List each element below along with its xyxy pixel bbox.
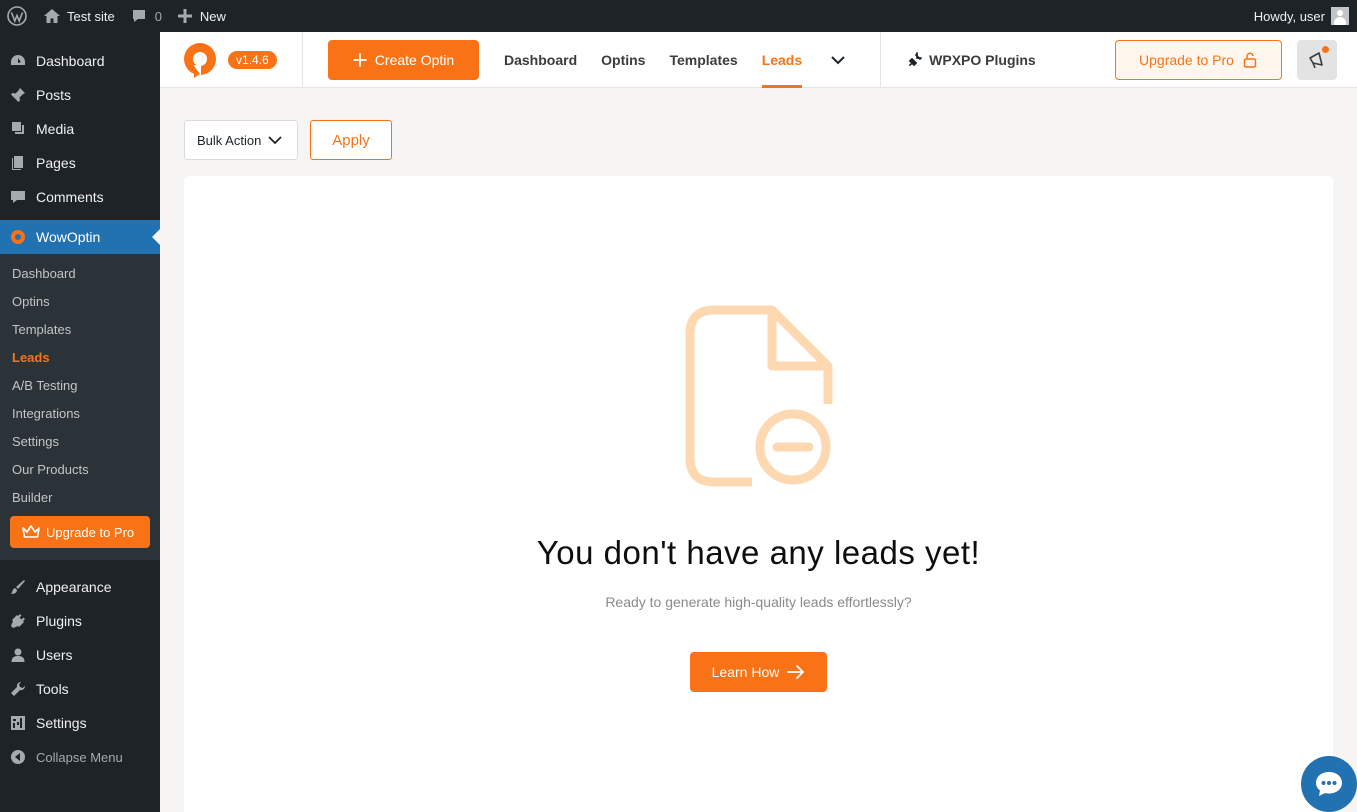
submenu-item-a-b-testing[interactable]: A/B Testing — [0, 372, 160, 400]
wordpress-logo-icon[interactable] — [0, 0, 35, 32]
crown-icon — [22, 525, 40, 538]
notification-dot — [1322, 45, 1329, 53]
wpxpo-plugins-link[interactable]: WPXPO Plugins — [907, 52, 1036, 68]
sidebar-item-label: Dashboard — [36, 53, 105, 69]
sidebar-item-label: Media — [36, 121, 75, 137]
wpxpo-label: WPXPO Plugins — [929, 51, 1036, 68]
bulk-action-value: Bulk Action — [197, 132, 262, 148]
upgrade-label: Upgrade to Pro — [1139, 51, 1234, 68]
sidebar-item-plugins[interactable]: Plugins — [0, 604, 160, 638]
sidebar-item-dashboard[interactable]: Dashboard — [0, 44, 160, 78]
wrench-icon — [10, 681, 26, 697]
plus-icon — [352, 52, 367, 67]
site-name-link[interactable]: Test site — [35, 0, 123, 32]
collapse-label: Collapse Menu — [36, 749, 123, 765]
submenu-item-templates[interactable]: Templates — [0, 316, 160, 344]
collapse-menu-button[interactable]: Collapse Menu — [0, 740, 160, 774]
megaphone-icon — [1309, 51, 1323, 68]
dashboard-icon — [10, 53, 26, 69]
plug-icon — [908, 51, 923, 66]
sidebar-item-wowoptin[interactable]: WowOptin — [0, 220, 160, 254]
pin-icon — [10, 87, 26, 103]
sidebar-item-label: Tools — [36, 681, 69, 697]
chat-icon — [1316, 772, 1342, 796]
sidebar-item-label: Plugins — [36, 613, 82, 629]
media-icon — [10, 121, 26, 137]
collapse-icon — [10, 749, 26, 765]
brush-icon — [10, 579, 26, 595]
sidebar-item-posts[interactable]: Posts — [0, 78, 160, 112]
comments-link[interactable]: 0 — [123, 0, 170, 32]
learn-how-button[interactable]: Learn How — [690, 652, 827, 692]
tab-dashboard[interactable]: Dashboard — [504, 32, 577, 88]
more-menu-button[interactable] — [830, 31, 882, 88]
upgrade-to-pro-button[interactable]: Upgrade to Pro — [1115, 39, 1282, 80]
new-content-link[interactable]: New — [170, 0, 234, 32]
plugin-icon — [10, 613, 26, 629]
empty-state-subtitle: Ready to generate high-quality leads eff… — [605, 594, 912, 610]
sidebar-item-label: Users — [36, 647, 73, 663]
admin-bar: Test site 0 New Howdy, user — [0, 0, 1357, 32]
sidebar-item-settings[interactable]: Settings — [0, 706, 160, 740]
plugin-header: v1.4.6 Create Optin Dashboard Optins Templ… — [160, 31, 1357, 88]
howdy-text: Howdy, user — [1253, 8, 1325, 24]
sidebar-item-label: Posts — [36, 87, 72, 103]
chevron-down-icon — [268, 136, 282, 145]
sidebar-item-label: WowOptin — [36, 229, 101, 245]
submenu-item-our-products[interactable]: Our Products — [0, 456, 160, 484]
my-account[interactable]: Howdy, user — [1254, 7, 1357, 25]
comment-icon — [10, 189, 26, 205]
sidebar-item-label: Settings — [36, 715, 87, 731]
sidebar-item-label: Appearance — [36, 579, 112, 595]
unlock-icon — [1243, 52, 1257, 68]
avatar — [1331, 7, 1349, 25]
sidebar-item-tools[interactable]: Tools — [0, 672, 160, 706]
submenu-item-dashboard[interactable]: Dashboard — [0, 260, 160, 288]
submenu-item-integrations[interactable]: Integrations — [0, 400, 160, 428]
version-badge: v1.4.6 — [228, 50, 277, 69]
arrow-right-icon — [787, 665, 805, 679]
wowoptin-logo-icon — [10, 229, 26, 245]
comments-count: 0 — [154, 8, 162, 24]
sidebar-item-users[interactable]: Users — [0, 638, 160, 672]
submenu-item-builder[interactable]: Builder — [0, 484, 160, 512]
sidebar-upgrade-label: Upgrade to Pro — [46, 524, 135, 540]
submenu-item-leads[interactable]: Leads — [0, 344, 160, 372]
sidebar-item-label: Pages — [36, 155, 76, 171]
apply-button[interactable]: Apply — [310, 120, 392, 160]
empty-document-icon — [685, 305, 833, 487]
user-icon — [10, 647, 26, 663]
announcement-button[interactable] — [1297, 39, 1337, 80]
wowoptin-logo-icon[interactable] — [180, 40, 220, 80]
sidebar-item-label: Comments — [36, 189, 104, 205]
new-label: New — [199, 8, 226, 24]
learn-how-label: Learn How — [711, 664, 780, 680]
home-icon — [44, 9, 60, 23]
sidebar-item-comments[interactable]: Comments — [0, 180, 160, 214]
plus-icon — [177, 9, 192, 23]
sidebar-upgrade-button[interactable]: Upgrade to Pro — [10, 516, 150, 548]
chevron-down-icon — [831, 55, 845, 64]
tab-templates[interactable]: Templates — [669, 32, 737, 88]
sidebar-item-appearance[interactable]: Appearance — [0, 570, 160, 604]
create-optin-label: Create Optin — [374, 51, 455, 68]
sidebar-item-media[interactable]: Media — [0, 112, 160, 146]
comment-icon — [132, 10, 145, 22]
tab-leads[interactable]: Leads — [761, 32, 803, 88]
admin-sidebar: Dashboard Posts Media Pages Comments WowOpti… — [0, 32, 160, 812]
plugin-nav: Dashboard Optins Templates Leads — [504, 31, 882, 88]
chat-widget-button[interactable] — [1301, 756, 1357, 812]
create-optin-button[interactable]: Create Optin — [328, 39, 479, 80]
submenu-item-optins[interactable]: Optins — [0, 288, 160, 316]
leads-empty-card: You don't have any leads yet! Ready to g… — [184, 176, 1333, 812]
submenu-item-settings[interactable]: Settings — [0, 428, 160, 456]
bulk-action-select[interactable]: Bulk Action — [184, 120, 298, 160]
empty-state-title: You don't have any leads yet! — [536, 534, 981, 571]
sidebar-item-pages[interactable]: Pages — [0, 146, 160, 180]
settings-icon — [10, 715, 26, 731]
pages-icon — [10, 155, 26, 171]
site-name: Test site — [67, 8, 115, 24]
wowoptin-submenu: Dashboard Optins Templates Leads A/B Testing… — [0, 254, 160, 560]
tab-optins[interactable]: Optins — [601, 32, 645, 88]
